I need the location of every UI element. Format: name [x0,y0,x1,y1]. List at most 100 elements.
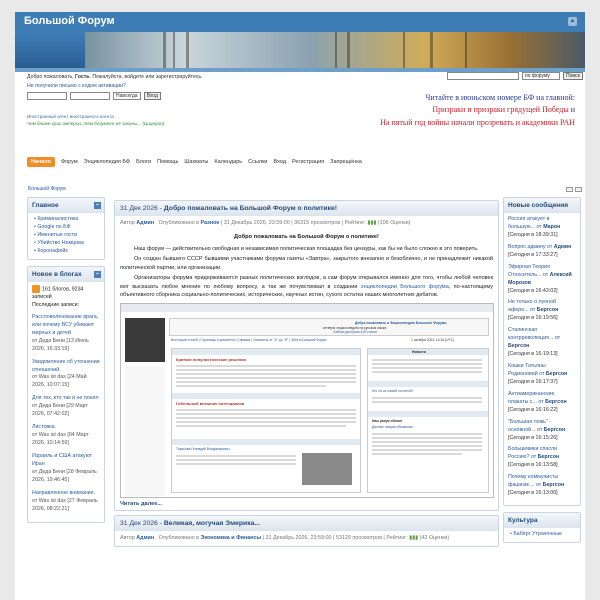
breadcrumb[interactable]: Большой Форум [28,186,66,192]
article-card: 31 Дек 2026 - Великая, могучая Эмерика..… [114,515,499,547]
scroll-top-icon[interactable]: ▲ [568,17,577,26]
layout-controls [566,187,582,192]
password-input[interactable] [70,92,110,101]
announcement-link[interactable]: На пятый год войны начали прозревать и а… [380,117,575,129]
sidebar-link[interactable]: Криминалистика [37,216,78,222]
expand-icon[interactable] [575,187,582,192]
recent-post-time: [Сегодня в 16:15:26] [508,434,558,441]
right-sidebar: Новые сообщения Россия атакует в большую… [503,197,581,549]
article-body: Добро пожаловать на Большой Форум о поли… [115,233,498,499]
screenshot-nav: Вся нация статей | Страницы и указатели … [171,338,401,343]
recent-post-time: [Сегодня в 16:16:22] [508,406,558,413]
menu-forum[interactable]: Форум [61,159,78,165]
recent-post-time: [Сегодня в 16:19:56] [508,315,558,322]
articles-column: 31 Дек 2026 - Добро пожаловать на Большо… [114,200,499,551]
login-button[interactable]: Вход [143,92,161,101]
left-sidebar: Главное – Криминалистика Google по БФ Име… [27,197,105,529]
screenshot-left-panel: Краткие популистические решения Гибельны… [171,348,361,494]
recent-post-time: [Сегодня в 16:43:02] [508,287,558,294]
menu-chess[interactable]: Шахматы [184,159,208,165]
blog-post-meta: от Деда Бени [28 Февраль 2026, 19:46:45] [32,468,97,483]
blog-post-link[interactable]: Израиль и США атакуют Иран [32,453,92,467]
encyclopedia-link[interactable]: энциклопедии Большого форума [361,284,449,290]
forum-header: Большой Форум ▲ [15,12,585,32]
login-area: Добро пожаловать, Гость. Пожалуйста, вой… [27,73,287,101]
encyclopedia-screenshot[interactable]: Добро пожаловать в Энциклопедию Большого… [120,303,494,499]
rating-label: Рейтинг: [344,220,366,226]
recent-post-time: [Сегодня в 16:19:13] [508,351,558,358]
menu-help[interactable]: Помощь [157,159,178,165]
recent-post-link[interactable]: Эфирная Теория Относитель... от [508,264,550,278]
recent-post-author[interactable]: Бергсон [546,371,568,377]
sidebar-link[interactable]: Именитые гости [37,232,77,238]
welcome-text: Добро пожаловать, Гость. Пожалуйста, вой… [27,74,203,80]
author-link[interactable]: Админ [136,535,154,541]
new-posts-box: Новые сообщения Россия атакует в большую… [503,197,581,507]
menu-links[interactable]: Ссылки [248,159,267,165]
blogs-title: Новое в блогах [32,270,82,278]
read-more-link[interactable]: Читать далее... [115,498,498,510]
search-form: по форуму Поиск [447,72,583,80]
recent-post-link[interactable]: Сталинская контрреволюция... от [508,327,560,341]
recent-post-author[interactable]: Марон [543,224,560,230]
blog-post-link[interactable]: Для тех, кто так и не понял [32,395,99,401]
blog-post-link[interactable]: Направленное внимание. [32,490,95,496]
recent-post-author[interactable]: Бергсон [508,343,530,349]
activation-link[interactable]: Не получили письмо с кодом активации? [27,83,126,89]
recent-post-author[interactable]: Бергсон [538,454,560,460]
article-title[interactable]: Добро пожаловать на Большой Форум о поли… [164,205,337,212]
menu-register[interactable]: Регистрация [292,159,324,165]
menu-blogs[interactable]: Блоги [136,159,151,165]
recent-post-author[interactable]: Бергсон [544,427,566,433]
blog-post-link[interactable]: Увидомление об уточнении отношений. [32,359,100,373]
menu-login[interactable]: Вход [274,159,286,165]
screenshot-books [125,318,165,363]
recent-post-link[interactable]: Вопрос админу от [508,244,554,250]
rating-stars-icon: ▮▮▮ [367,220,377,226]
menu-banned[interactable]: Запрещёнка [330,159,362,165]
sidebar-link[interactable]: Убийство Немцова [37,240,83,246]
menu-calendar[interactable]: Календарь [214,159,242,165]
collapse-icon[interactable] [566,187,573,192]
blog-post-link[interactable]: Рассловоленование врага, или почему ВСУ … [32,314,98,336]
duration-select[interactable]: Навсегда [113,92,141,101]
culture-link[interactable]: Бабёрг Утраченные [513,531,562,537]
rating-count: (42 Оценки) [419,535,450,542]
recent-post-author[interactable]: Бергсон [537,307,559,313]
article-date: 31 Дек 2026 [120,205,158,212]
recent-post-time: [Сегодня в 16:17:37] [508,378,558,385]
culture-title: Культура [508,517,538,525]
rating-count: (106 Оценки) [377,220,411,226]
menu-encyclopedia[interactable]: Энциклопедия БФ [84,159,130,165]
recent-post-link[interactable]: Кошки Татьяны Родионовой от [508,363,546,377]
main-links-box: Главное – Криминалистика Google по БФ Име… [27,197,105,260]
rating-label: Рейтинг: [386,535,408,542]
collapse-box-icon[interactable]: – [94,270,101,278]
collapse-box-icon[interactable]: – [94,202,101,209]
recent-post-author[interactable]: Админ [554,244,572,250]
search-scope-select[interactable]: по форуму [522,72,560,80]
screenshot-welcome-box: Добро пожаловать в Энциклопедию Большого… [169,318,489,337]
screenshot-topbar [121,304,493,313]
announcements: Читайте в июньском номере БФ на главной:… [380,92,575,129]
author-link[interactable]: Админ [136,220,154,226]
forum-title[interactable]: Большой Форум [24,15,115,27]
sidebar-link[interactable]: Коронафейк [37,248,67,254]
recent-post-author[interactable]: Бергсон [543,482,565,488]
blog-post-meta: от Деда Бени [29 Март 2026, 07:42:02] [32,403,88,418]
section-link[interactable]: Экономика и Финансы [201,535,262,541]
recent-post-author[interactable]: Бергсон [545,399,567,405]
blogs-box: Новое в блогах – 161 блогов, 9234 записей… [27,265,105,523]
announcement-link[interactable]: Призраки и призраки грядущей Победы [432,105,568,114]
menu-home[interactable]: Начало [27,157,55,167]
search-input[interactable] [447,72,519,80]
article-title[interactable]: Великая, могучая Эмерика... [164,520,260,527]
search-button[interactable]: Поиск [563,72,583,80]
article-heading: Добро пожаловать на Большой Форум о поли… [234,233,379,240]
blog-post-link[interactable]: Листовка. [32,424,56,430]
sidebar-link[interactable]: Google по БФ [37,224,70,230]
article-meta: Автор Админ Опубликовано в Разное | 31 Д… [120,220,411,226]
main-links-title: Главное [32,202,59,209]
username-input[interactable] [27,92,67,101]
section-link[interactable]: Разное [201,220,220,226]
